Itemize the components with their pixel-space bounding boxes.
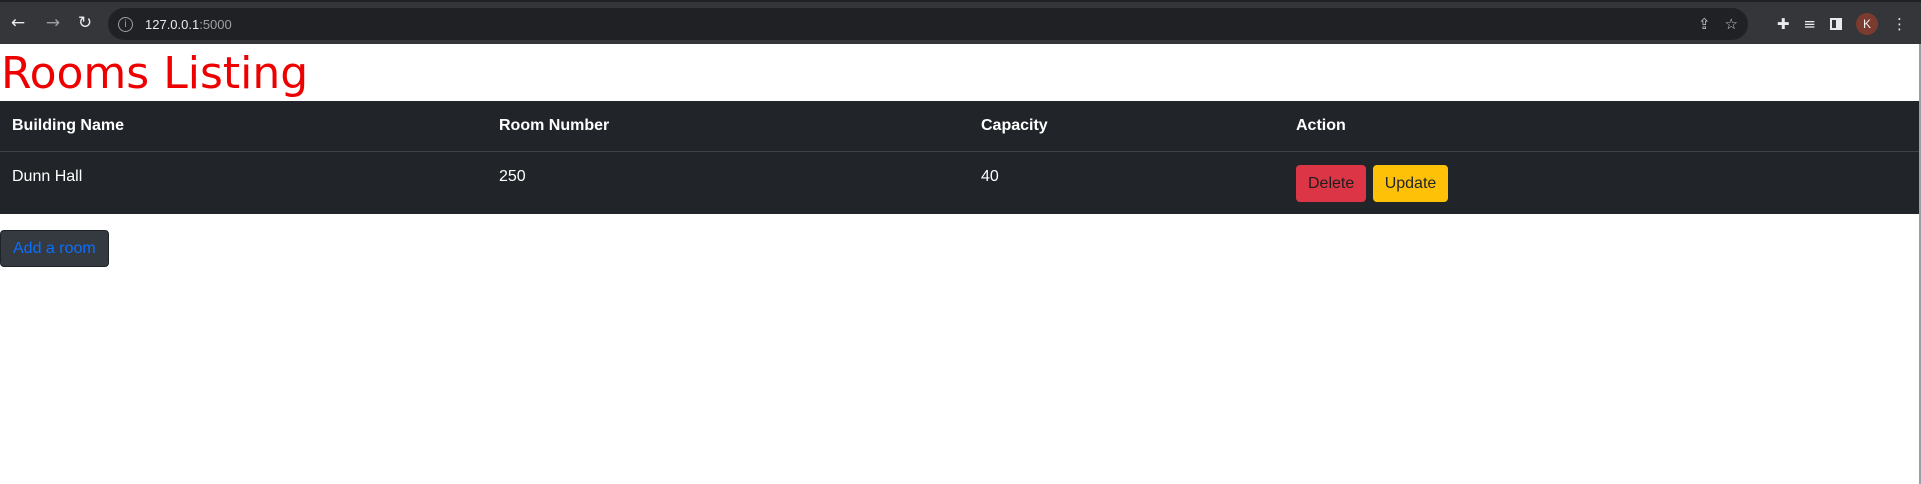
- rooms-table: Building Name Room Number Capacity Actio…: [0, 101, 1919, 214]
- url-text[interactable]: 127.0.0.1:5000: [145, 17, 232, 32]
- info-icon[interactable]: i: [118, 16, 133, 32]
- extensions-icon[interactable]: ✚: [1777, 15, 1790, 33]
- header-building-name: Building Name: [0, 101, 487, 152]
- page-title: Rooms Listing: [1, 48, 309, 99]
- update-button[interactable]: Update: [1372, 164, 1449, 202]
- page-content: Rooms Listing Building Name Room Number …: [0, 44, 1921, 484]
- header-room-number: Room Number: [487, 101, 969, 152]
- back-arrow-icon[interactable]: ←: [5, 10, 31, 36]
- table-header-row: Building Name Room Number Capacity Actio…: [0, 101, 1919, 152]
- menu-icon[interactable]: ⋮: [1892, 15, 1907, 33]
- address-bar[interactable]: i 127.0.0.1:5000 ⇪ ☆: [108, 8, 1748, 40]
- share-icon[interactable]: ⇪: [1698, 15, 1711, 33]
- reload-icon[interactable]: ↻: [72, 10, 98, 36]
- cell-room-number: 250: [499, 167, 526, 185]
- avatar[interactable]: K: [1856, 13, 1878, 35]
- header-action: Action: [1284, 101, 1919, 152]
- browser-toolbar: ← → ↻ i 127.0.0.1:5000 ⇪ ☆ ✚ ≡ K ⋮: [0, 0, 1921, 44]
- side-panel-icon[interactable]: [1830, 18, 1842, 30]
- star-icon[interactable]: ☆: [1725, 15, 1738, 33]
- delete-button[interactable]: Delete: [1296, 164, 1367, 202]
- media-controls-icon[interactable]: ≡: [1803, 15, 1816, 33]
- cell-capacity: 40: [981, 167, 999, 185]
- add-room-button[interactable]: Add a room: [0, 230, 109, 267]
- table-row: Dunn Hall 250 40 Delete Update: [0, 151, 1919, 214]
- forward-arrow-icon[interactable]: →: [40, 10, 66, 36]
- cell-actions: Delete Update: [1284, 151, 1919, 214]
- header-capacity: Capacity: [969, 101, 1284, 152]
- cell-building-name: Dunn Hall: [12, 167, 83, 185]
